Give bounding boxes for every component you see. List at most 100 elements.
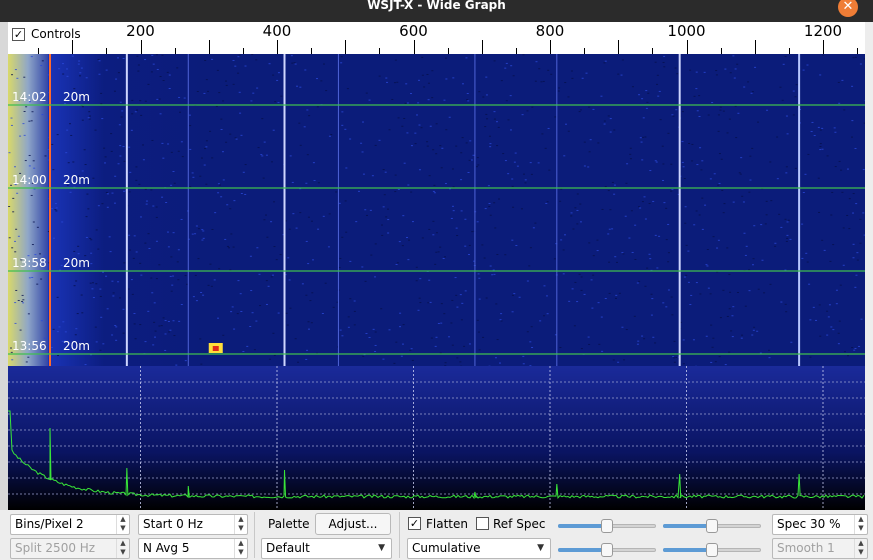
waterfall-speckle [663, 202, 666, 204]
waterfall-speckle [838, 160, 841, 162]
waterfall-speckle [735, 137, 738, 139]
waterfall-speckle [559, 200, 562, 202]
ruler-tick [481, 40, 483, 54]
waterfall-speckle [427, 82, 430, 84]
waterfall-speckle [250, 290, 253, 292]
waterfall-speckle [461, 137, 464, 139]
waterfall-speckle [776, 136, 779, 138]
flatten-checkbox[interactable]: ✓ [408, 517, 421, 530]
waterfall-speckle [95, 283, 98, 285]
spectrum-zero-slider[interactable] [663, 543, 761, 557]
split-value: Split 2500 Hz [15, 541, 96, 555]
waterfall-speckle [40, 320, 43, 322]
waterfall-speckle [355, 221, 358, 223]
spin-arrows-icon[interactable]: ▲ ▼ [854, 515, 867, 534]
waterfall-speckle [316, 78, 319, 80]
spectrum-mode-select[interactable]: Cumulative ▼ [407, 538, 551, 559]
waterfall-speckle [73, 250, 76, 252]
waterfall-speckle [234, 65, 237, 67]
slider-handle[interactable] [601, 519, 613, 533]
waterfall-speckle [676, 73, 679, 75]
waterfall-speckle [150, 71, 153, 73]
n-avg-spinbox[interactable]: N Avg 5 ▲ ▼ [138, 538, 248, 559]
adjust-palette-button[interactable]: Adjust... [315, 513, 391, 535]
waterfall-speckle [99, 288, 102, 290]
waterfall-speckle [748, 290, 751, 292]
controls-checkbox[interactable]: ✓ [12, 27, 25, 41]
slider-handle[interactable] [601, 543, 613, 557]
waterfall-speckle [322, 215, 325, 217]
waterfall-speckle [530, 173, 533, 175]
bins-per-pixel-spinbox[interactable]: Bins/Pixel 2 ▲ ▼ [10, 514, 130, 535]
waterfall-speckle [583, 165, 586, 167]
waterfall-speckle [117, 281, 120, 283]
ruler-tick [140, 40, 142, 54]
waterfall-speckle [237, 280, 240, 282]
spin-arrows-icon[interactable]: ▲ ▼ [116, 515, 129, 534]
waterfall-speckle [194, 233, 197, 235]
waterfall-speckle [289, 155, 292, 157]
waterfall-speckle [685, 274, 688, 276]
waterfall-speckle [485, 297, 488, 299]
waterfall-speckle [526, 331, 529, 333]
waterfall-speckle [810, 131, 813, 133]
waterfall-speckle [464, 290, 467, 292]
waterfall-speckle [220, 118, 223, 120]
gain-slider[interactable] [558, 519, 656, 533]
waterfall-speckle [511, 185, 514, 187]
waterfall-speckle [693, 95, 696, 97]
waterfall-display[interactable]: 14:02 20m 14:00 20m 13:58 20m 13:56 20m [8, 54, 865, 366]
controls-toggle[interactable]: ✓ Controls [12, 24, 81, 44]
waterfall-speckle [78, 60, 81, 62]
separator [254, 512, 255, 558]
waterfall-speckle [625, 329, 628, 331]
spectrum-display[interactable] [8, 366, 865, 510]
waterfall-speckle [859, 63, 862, 65]
waterfall-speckle [10, 124, 13, 126]
waterfall-speckle [691, 143, 694, 145]
waterfall-speckle [408, 239, 411, 241]
waterfall-speckle [717, 239, 720, 241]
slider-handle[interactable] [706, 519, 718, 533]
waterfall-speckle [840, 169, 843, 171]
waterfall-speckle [522, 355, 525, 357]
spectrum-gain-slider[interactable] [558, 543, 656, 557]
waterfall-speckle [687, 281, 690, 283]
waterfall-speckle [165, 202, 168, 204]
waterfall-speckle [173, 335, 176, 337]
waterfall-speckle [86, 193, 89, 195]
waterfall-speckle [76, 313, 79, 315]
waterfall-speckle [854, 348, 857, 350]
waterfall-speckle [372, 328, 375, 330]
waterfall-speckle [643, 196, 646, 198]
zero-slider[interactable] [663, 519, 761, 533]
waterfall-speckle [195, 300, 198, 302]
waterfall-speckle [764, 223, 767, 225]
slider-handle[interactable] [706, 543, 718, 557]
waterfall-speckle [225, 84, 228, 86]
waterfall-time-label: 13:58 [12, 256, 47, 270]
waterfall-speckle [833, 127, 836, 129]
waterfall-speckle [170, 256, 173, 258]
waterfall-speckle [56, 296, 59, 298]
waterfall-speckle [716, 247, 719, 249]
waterfall-speckle [237, 56, 240, 58]
waterfall-speckle [709, 293, 712, 295]
palette-select[interactable]: Default ▼ [261, 538, 392, 559]
close-icon[interactable]: ✕ [838, 0, 858, 17]
waterfall-speckle [636, 343, 639, 345]
waterfall-speckle [51, 143, 54, 145]
waterfall-speckle [529, 341, 532, 343]
spec-percent-spinbox[interactable]: Spec 30 % ▲ ▼ [772, 514, 868, 535]
waterfall-speckle [237, 72, 240, 74]
waterfall-speckle [292, 213, 295, 215]
spin-arrows-icon[interactable]: ▲ ▼ [234, 515, 247, 534]
waterfall-speckle [328, 135, 331, 137]
spin-arrows-icon[interactable]: ▲ ▼ [234, 539, 247, 558]
waterfall-speckle [410, 93, 413, 95]
waterfall-speckle [130, 129, 133, 131]
waterfall-speckle [216, 69, 219, 71]
start-frequency-spinbox[interactable]: Start 0 Hz ▲ ▼ [138, 514, 248, 535]
ref-spec-checkbox[interactable] [476, 517, 489, 530]
waterfall-speckle [779, 86, 782, 88]
